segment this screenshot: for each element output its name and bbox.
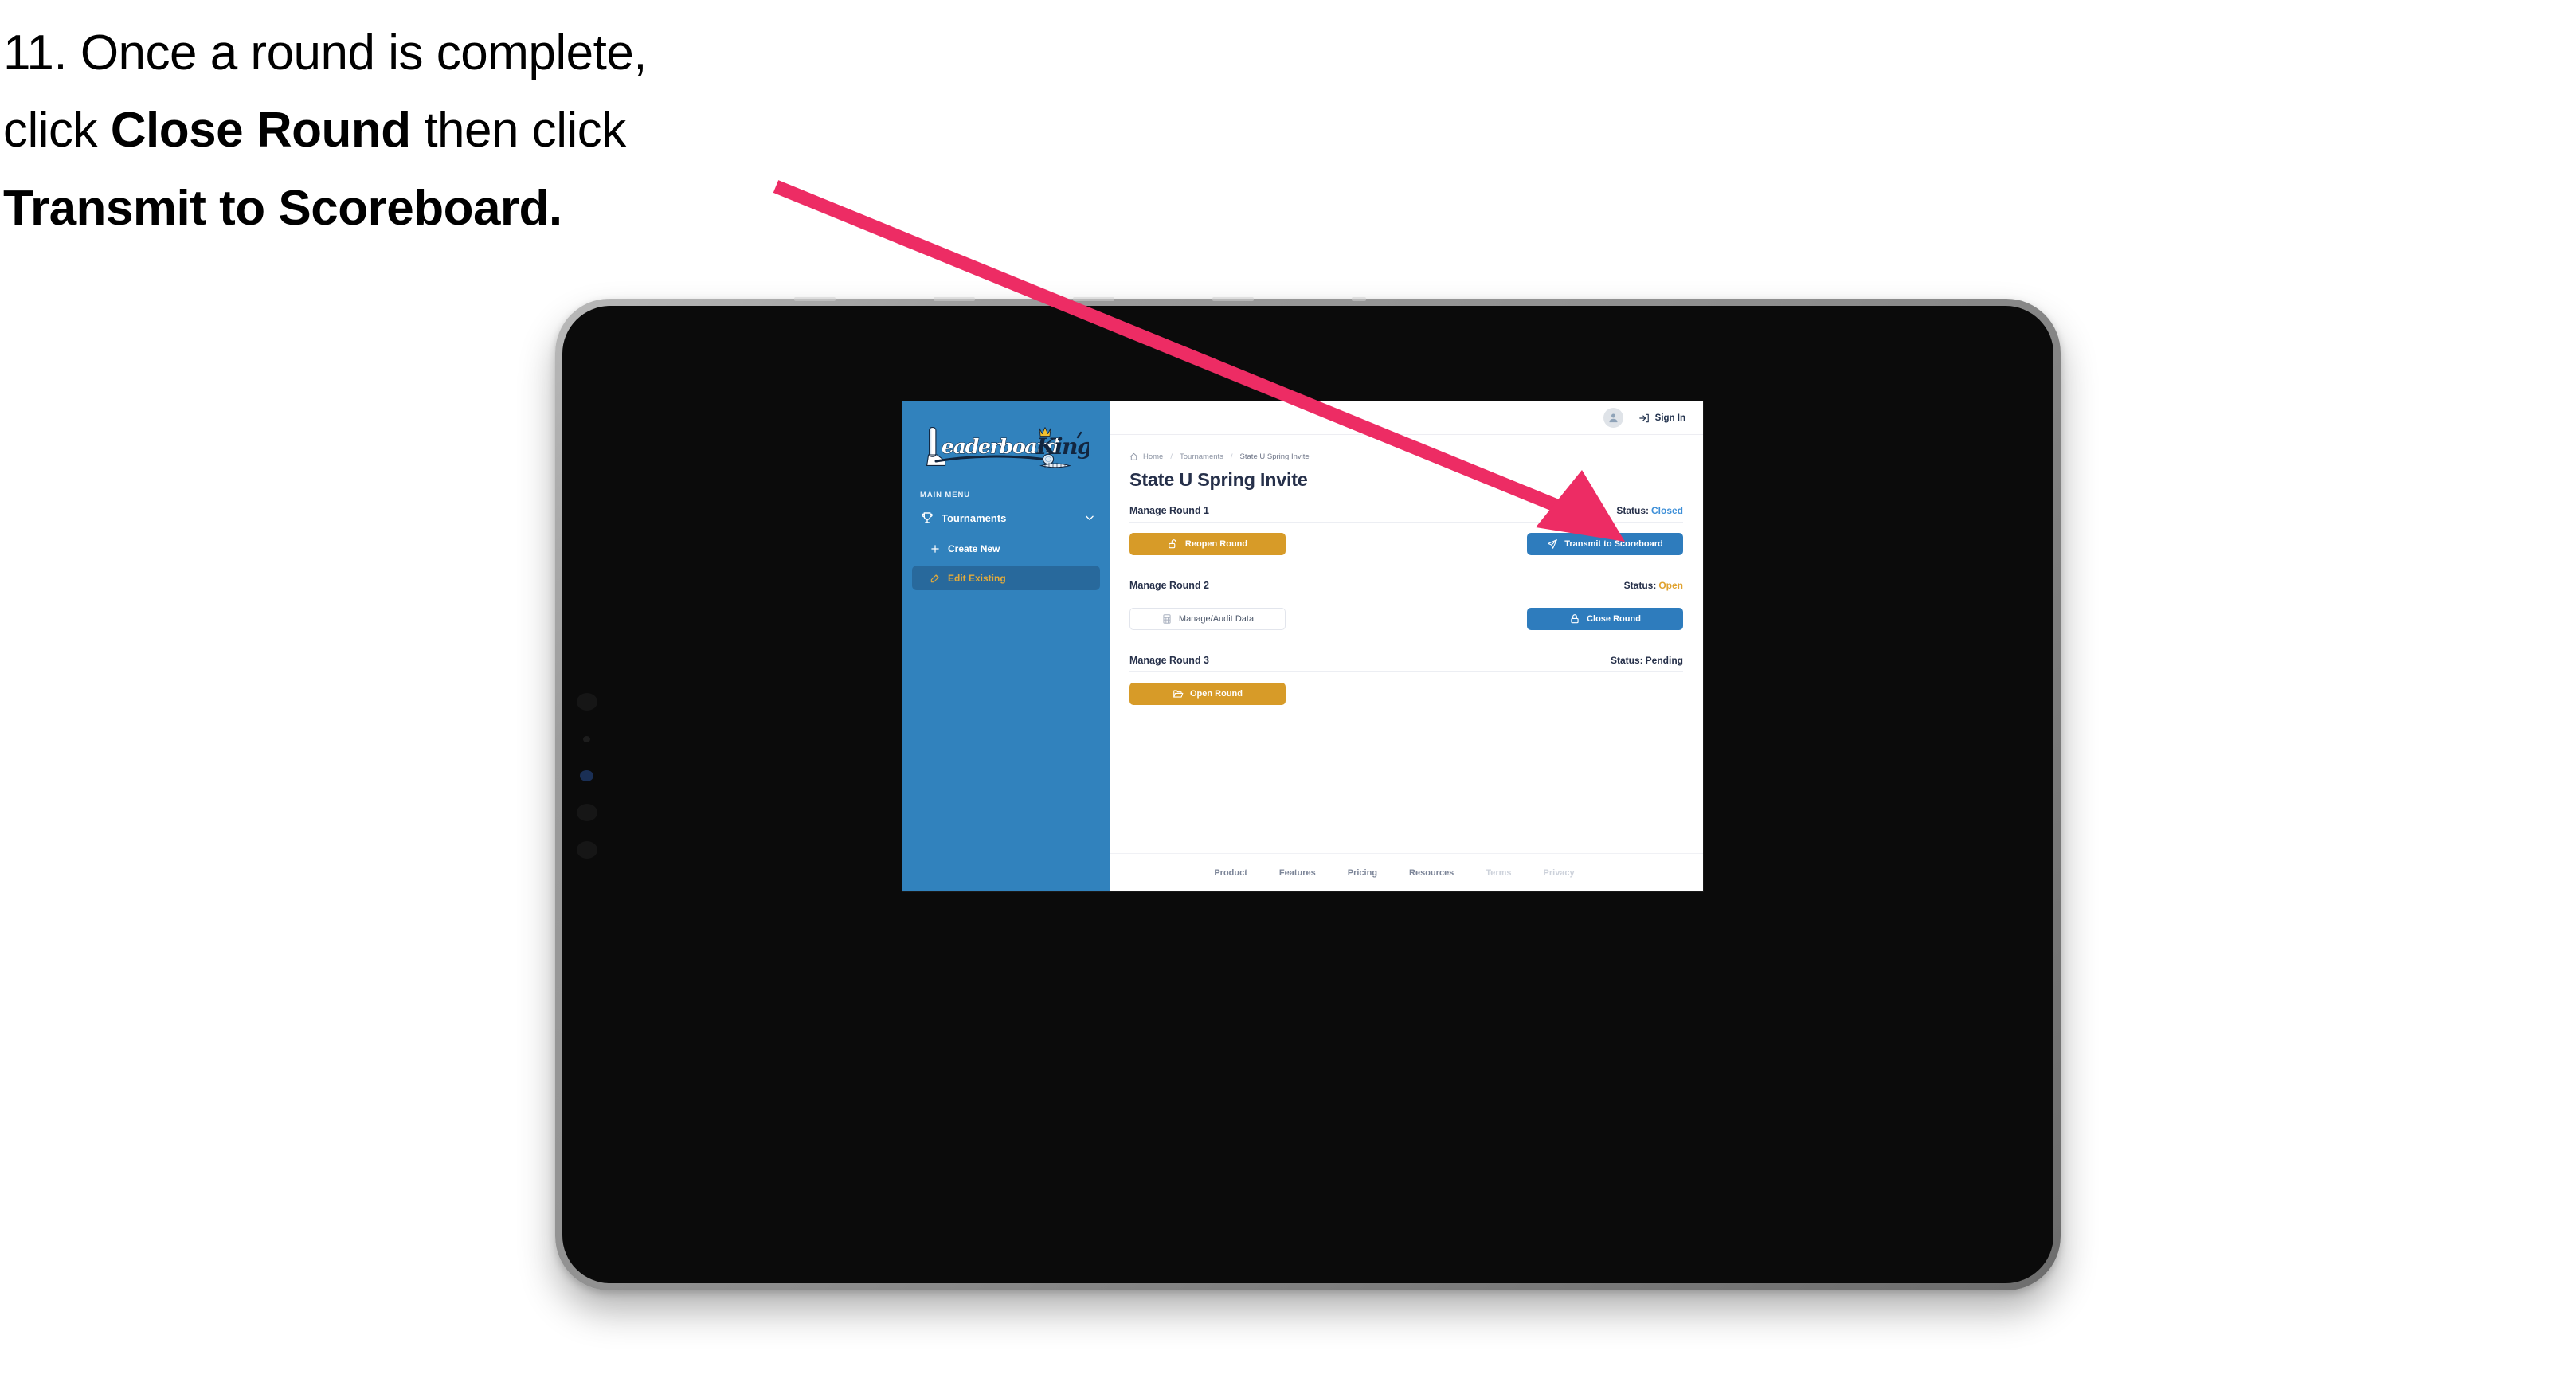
transmit-to-scoreboard-label: Transmit to Scoreboard — [1564, 539, 1663, 549]
page-title: State U Spring Invite — [1129, 469, 1308, 490]
round-status-label: Status: — [1616, 505, 1649, 516]
tablet-device: eaderboard King MAIN MENU Tournaments Cr… — [555, 297, 2061, 1290]
instruction-line-1-text: 11. Once a round is complete, — [3, 25, 648, 80]
top-bar: Sign In — [1110, 401, 1703, 435]
unlock-icon — [1169, 539, 1176, 549]
instruction-line-2-bold: Close Round — [110, 103, 411, 159]
breadcrumb: Home / Tournaments / State U Spring Invi… — [1129, 452, 1683, 461]
sidebar: eaderboard King MAIN MENU Tournaments Cr… — [902, 401, 1110, 891]
sidebar-item-edit-existing-label: Edit Existing — [948, 572, 1006, 584]
sidebar-item-edit-existing[interactable]: Edit Existing — [912, 566, 1100, 590]
svg-text:King: King — [1035, 433, 1089, 460]
round-status-label: Status: — [1610, 655, 1643, 666]
footer-link-terms[interactable]: Terms — [1486, 868, 1511, 878]
reopen-round-label: Reopen Round — [1184, 539, 1248, 549]
round-status-label: Status: — [1623, 580, 1657, 591]
instruction-callout: 11. Once a round is complete, click Clos… — [3, 14, 848, 247]
main-pane: Sign In Home / Tournaments / State U Spr… — [1110, 401, 1703, 891]
user-avatar-icon — [1609, 413, 1618, 423]
round-title: Manage Round 2 — [1129, 580, 1210, 591]
home-icon[interactable] — [1129, 452, 1138, 461]
pencil-edit-icon — [930, 574, 939, 582]
instruction-line-2: click Close Round then click — [3, 92, 848, 169]
tablet-screen: eaderboard King MAIN MENU Tournaments Cr… — [902, 401, 1703, 891]
sidebar-item-tournaments[interactable]: Tournaments — [902, 504, 1110, 531]
footer-link-features[interactable]: Features — [1279, 868, 1316, 878]
round-status: Status: Pending — [1611, 655, 1683, 666]
device-indicator-led — [580, 770, 593, 781]
lock-icon — [1571, 614, 1579, 624]
chevron-down-icon[interactable] — [1084, 512, 1095, 523]
round-section-1: Manage Round 1 Status: Closed Reopen Rou… — [1129, 505, 1683, 555]
app-footer: Product Features Pricing Resources Terms… — [1110, 853, 1703, 891]
trophy-icon — [922, 512, 933, 523]
sidebar-item-create-new[interactable]: Create New — [912, 536, 1100, 561]
sign-in-button[interactable]: Sign In — [1638, 413, 1685, 424]
breadcrumb-item-tournaments[interactable]: Tournaments — [1180, 452, 1223, 461]
close-round-button[interactable]: Close Round — [1527, 608, 1683, 630]
manage-audit-data-label: Manage/Audit Data — [1178, 614, 1255, 624]
round-section-3: Manage Round 3 Status: Pending Open Roun… — [1129, 655, 1683, 705]
reopen-round-button[interactable]: Reopen Round — [1129, 533, 1286, 555]
device-speaker-slits — [794, 297, 1400, 301]
device-camera — [577, 693, 597, 711]
instruction-line-2-prefix: click — [3, 103, 111, 159]
round-status: Status: Open — [1624, 580, 1683, 591]
close-round-label: Close Round — [1587, 614, 1641, 624]
footer-link-product[interactable]: Product — [1214, 868, 1247, 878]
instruction-line-3: Transmit to Scoreboard. — [3, 170, 848, 247]
screenshot-canvas: 11. Once a round is complete, click Clos… — [0, 0, 2576, 1386]
footer-link-resources[interactable]: Resources — [1409, 868, 1454, 878]
device-side-button-one[interactable] — [577, 804, 597, 821]
round-actions: Manage/Audit Data Close Round — [1129, 608, 1683, 630]
open-round-button[interactable]: Open Round — [1129, 683, 1286, 705]
device-side-button-two[interactable] — [577, 841, 597, 859]
plus-icon — [931, 544, 939, 553]
sidebar-section-label: MAIN MENU — [920, 491, 970, 499]
app-logo[interactable]: eaderboard King — [902, 416, 1110, 475]
instruction-line-1: 11. Once a round is complete, — [3, 14, 848, 92]
breadcrumb-separator: / — [1230, 452, 1233, 461]
paper-plane-icon — [1548, 539, 1558, 549]
footer-link-privacy[interactable]: Privacy — [1544, 868, 1575, 878]
sidebar-item-tournaments-label: Tournaments — [942, 511, 1007, 524]
round-header: Manage Round 3 Status: Pending — [1129, 655, 1683, 672]
avatar[interactable] — [1603, 408, 1623, 428]
status-badge: Closed — [1650, 505, 1683, 516]
breadcrumb-item-current: State U Spring Invite — [1239, 452, 1310, 461]
leaderboardking-logo-icon: eaderboard King — [926, 427, 1089, 468]
footer-link-pricing[interactable]: Pricing — [1348, 868, 1377, 878]
device-sensor — [583, 736, 590, 742]
login-arrow-icon — [1638, 413, 1649, 422]
content-area: Home / Tournaments / State U Spring Invi… — [1110, 435, 1703, 853]
tablet-bezel: eaderboard King MAIN MENU Tournaments Cr… — [562, 306, 2053, 1283]
round-header: Manage Round 2 Status: Open — [1129, 580, 1683, 597]
round-status: Status: Closed — [1616, 505, 1683, 516]
grid-table-icon — [1163, 614, 1171, 624]
breadcrumb-item-home[interactable]: Home — [1143, 452, 1163, 461]
sign-in-label: Sign In — [1654, 413, 1685, 423]
round-title: Manage Round 3 — [1129, 655, 1210, 666]
status-badge: Open — [1658, 580, 1683, 591]
status-badge: Pending — [1645, 655, 1683, 666]
open-folder-icon — [1173, 690, 1184, 698]
manage-audit-data-button[interactable]: Manage/Audit Data — [1129, 608, 1286, 630]
round-actions: Reopen Round Transmit to Scoreboard — [1129, 533, 1683, 555]
leaderboardking-app: eaderboard King MAIN MENU Tournaments Cr… — [902, 401, 1703, 891]
round-section-2: Manage Round 2 Status: Open Manage/Audit… — [1129, 580, 1683, 630]
round-actions: Open Round — [1129, 683, 1683, 705]
round-header: Manage Round 1 Status: Closed — [1129, 505, 1683, 523]
breadcrumb-separator: / — [1170, 452, 1173, 461]
sidebar-item-create-new-label: Create New — [948, 542, 1000, 554]
open-round-label: Open Round — [1190, 689, 1243, 699]
round-title: Manage Round 1 — [1129, 505, 1210, 516]
instruction-line-3-bold: Transmit to Scoreboard. — [3, 180, 562, 236]
instruction-line-2-suffix: then click — [410, 103, 626, 159]
transmit-to-scoreboard-button[interactable]: Transmit to Scoreboard — [1527, 533, 1683, 555]
